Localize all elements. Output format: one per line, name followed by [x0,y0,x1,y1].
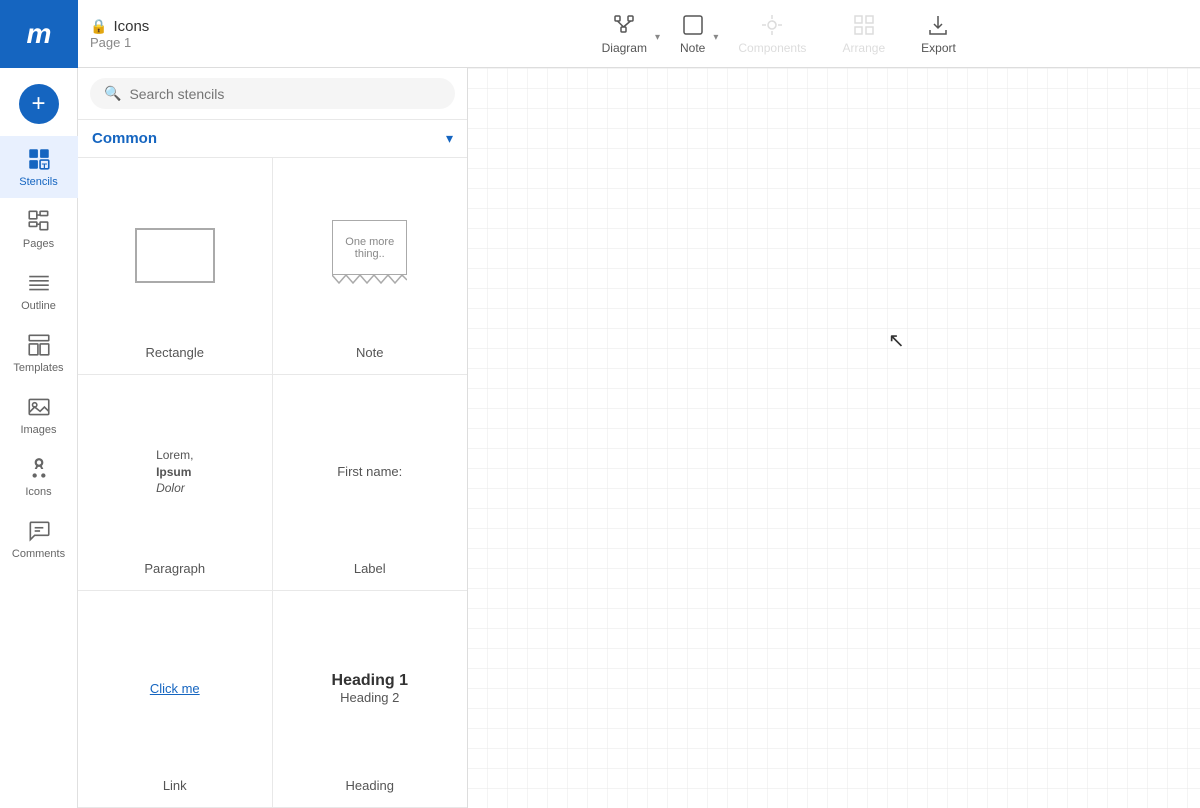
components-label: Components [738,41,806,55]
pages-icon [26,208,52,234]
components-button[interactable]: Components [722,7,822,61]
stencil-label[interactable]: First name: Label [273,375,468,592]
diagram-label: Diagram [602,41,647,55]
search-input-wrap: 🔍 [90,78,455,109]
note-dropdown-arrow[interactable]: ▾ [713,32,718,43]
cursor-icon: ↖ [888,328,905,353]
label-label: Label [354,561,386,576]
rectangle-shape [135,228,215,283]
diagram-dropdown-arrow[interactable]: ▾ [655,32,660,43]
pages-label: Pages [23,238,54,250]
zigzag-svg [332,275,407,289]
diagram-button[interactable]: Diagram [586,7,663,61]
note-tool-group: Note ▾ [664,7,718,61]
doc-title-row: 🔒 Icons [90,18,149,35]
common-section-header[interactable]: Common ▾ [78,120,467,157]
document-title: Icons [113,18,149,35]
note-label: Note [680,41,705,55]
note-text: One more thing.. [337,236,402,260]
sidebar-item-images[interactable]: Images [0,384,78,446]
main-content: + T Stencils Pages [0,68,1200,808]
toolbar: Diagram ▾ Note ▾ Components [586,7,972,61]
icons-icon [26,456,52,482]
stencil-paragraph[interactable]: Lorem,IpsumDolor Paragraph [78,375,273,592]
heading-h2: Heading 2 [332,690,408,705]
rectangle-preview [135,176,215,335]
search-icon: 🔍 [104,85,121,102]
label-preview: First name: [337,393,402,552]
search-bar: 🔍 [78,68,467,120]
sidebar-item-comments[interactable]: Comments [0,508,78,570]
section-title: Common [92,130,157,147]
stencil-link[interactable]: Click me Link [78,591,273,808]
icons-label: Icons [25,486,51,498]
sidebar-item-stencils[interactable]: T Stencils [0,136,78,198]
search-input[interactable] [129,86,441,102]
stencil-rectangle[interactable]: Rectangle [78,158,273,375]
outline-icon [26,270,52,296]
heading-label: Heading [346,778,394,793]
sidebar-item-icons[interactable]: Icons [0,446,78,508]
label-shape: First name: [337,464,402,479]
stencil-note[interactable]: One more thing.. Note [273,158,468,375]
svg-text:T: T [41,161,47,171]
stencils-label: Stencils [19,176,58,188]
templates-label: Templates [13,362,63,374]
lock-icon: 🔒 [90,18,107,35]
logo[interactable]: m [0,0,78,68]
stencil-heading[interactable]: Heading 1 Heading 2 Heading [273,591,468,808]
paragraph-shape: Lorem,IpsumDolor [156,447,193,497]
sidebar-item-outline[interactable]: Outline [0,260,78,322]
page-label: Page 1 [90,35,149,50]
sidebar-item-templates[interactable]: Templates [0,322,78,384]
heading-h1: Heading 1 [332,672,408,690]
link-label: Link [163,778,187,793]
link-shape: Click me [150,681,200,696]
paragraph-label: Paragraph [144,561,205,576]
note-shape: One more thing.. [332,220,407,290]
outline-label: Outline [21,300,56,312]
link-preview: Click me [150,609,200,768]
rectangle-label: Rectangle [145,345,204,360]
heading-preview: Heading 1 Heading 2 [332,609,408,768]
heading-shape: Heading 1 Heading 2 [332,672,408,705]
comments-icon [26,518,52,544]
header: m 🔒 Icons Page 1 Diagram ▾ [0,0,1200,68]
comments-label: Comments [12,548,65,560]
chevron-down-icon: ▾ [446,130,453,147]
note-label: Note [356,345,383,360]
canvas[interactable]: ↖ [468,68,1200,808]
stencil-grid: Rectangle One more thing.. Note [78,157,467,808]
icon-bar: + T Stencils Pages [0,68,78,808]
arrange-button[interactable]: Arrange [826,7,901,61]
note-preview: One more thing.. [332,176,407,335]
note-body: One more thing.. [332,220,407,275]
stencil-panel: 🔍 Common ▾ Rectangle One mor [78,68,468,808]
canvas-inner: ↖ [468,68,1200,808]
logo-text: m [27,18,52,50]
images-label: Images [20,424,56,436]
stencils-icon: T [26,146,52,172]
diagram-tool-group: Diagram ▾ [586,7,660,61]
paragraph-preview: Lorem,IpsumDolor [156,393,193,552]
add-icon: + [31,90,45,118]
templates-icon [26,332,52,358]
document-info: 🔒 Icons Page 1 [78,18,161,50]
add-button[interactable]: + [19,84,59,124]
arrange-label: Arrange [842,41,885,55]
export-button[interactable]: Export [905,7,972,61]
export-label: Export [921,41,956,55]
sidebar-item-pages[interactable]: Pages [0,198,78,260]
images-icon [26,394,52,420]
